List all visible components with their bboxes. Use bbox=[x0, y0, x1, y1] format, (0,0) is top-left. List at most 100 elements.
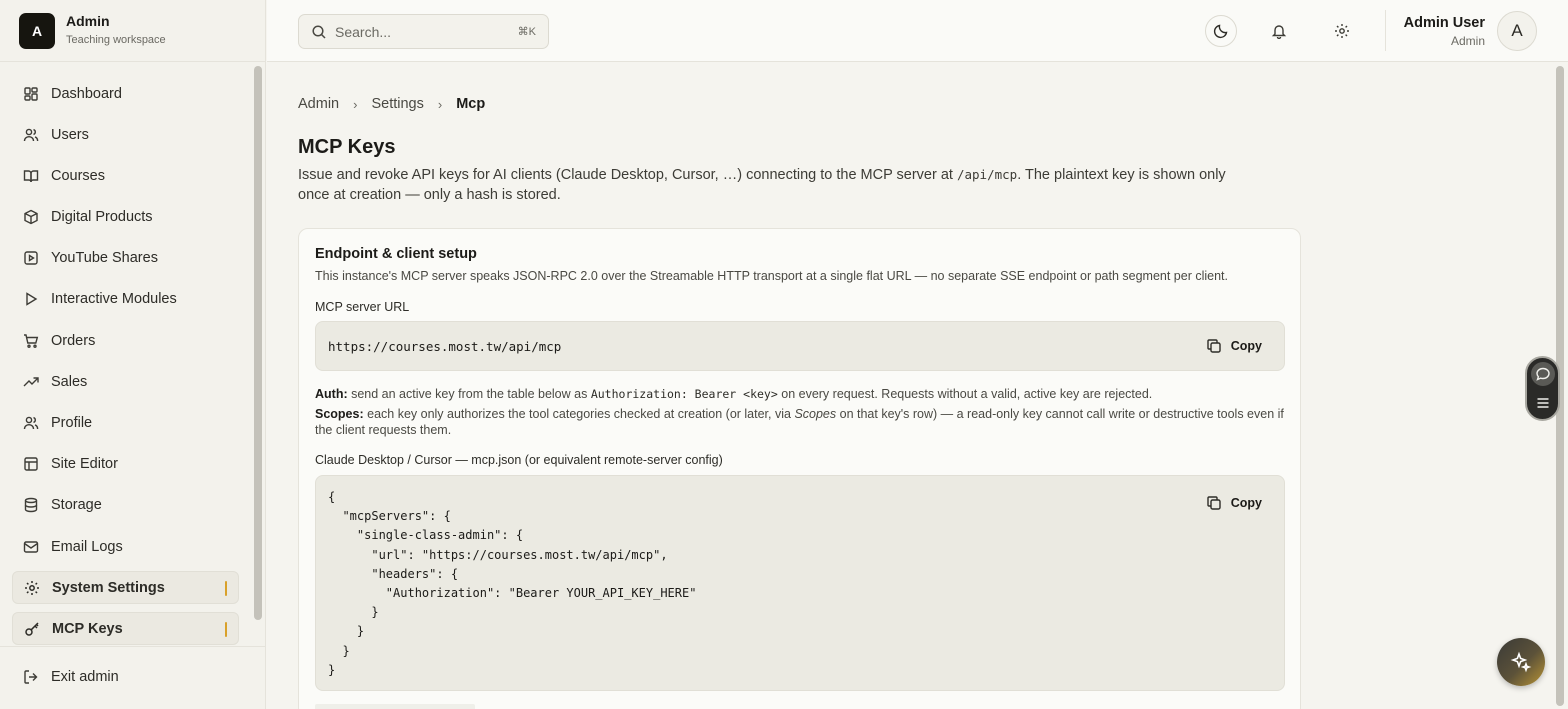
sidebar-item-label: Orders bbox=[51, 332, 96, 349]
sidebar-item-sales[interactable]: Sales bbox=[12, 365, 239, 398]
clipped-text bbox=[315, 704, 475, 709]
breadcrumb-settings[interactable]: Settings bbox=[371, 96, 423, 112]
sidebar-item-label: Storage bbox=[51, 497, 102, 514]
sidebar-item-label: Users bbox=[51, 126, 89, 143]
url-label: MCP server URL bbox=[315, 300, 410, 314]
sidebar-item-storage[interactable]: Storage bbox=[12, 489, 239, 522]
page-title: MCP Keys bbox=[298, 136, 396, 158]
breadcrumb-current: Mcp bbox=[456, 96, 486, 112]
exit-admin-label: Exit admin bbox=[51, 669, 119, 685]
config-label: Claude Desktop / Cursor — mcp.json (or e… bbox=[315, 453, 723, 467]
sidebar-item-digital-products[interactable]: Digital Products bbox=[12, 201, 239, 234]
search-icon bbox=[312, 24, 326, 39]
theme-toggle-button[interactable] bbox=[1205, 15, 1237, 47]
notifications-button[interactable] bbox=[1263, 15, 1295, 47]
scopes-emphasis: Scopes bbox=[794, 407, 837, 421]
sidebar-item-youtube-shares[interactable]: YouTube Shares bbox=[12, 242, 239, 275]
brand-header[interactable]: A Admin Teaching workspace bbox=[0, 0, 265, 62]
package-icon bbox=[23, 209, 39, 225]
copy-config-button[interactable]: Copy bbox=[1206, 495, 1262, 511]
trending-up-icon bbox=[23, 374, 39, 390]
sidebar-item-system-settings[interactable]: System Settings bbox=[12, 571, 239, 605]
copy-url-button[interactable]: Copy bbox=[1206, 338, 1262, 354]
search-shortcut: ⌘K bbox=[517, 26, 536, 38]
sidebar-item-label: MCP Keys bbox=[52, 620, 123, 637]
play-icon bbox=[23, 291, 39, 307]
page-desc-text: Issue and revoke API keys for AI clients… bbox=[298, 167, 957, 183]
menu-button[interactable] bbox=[1531, 391, 1555, 415]
sidebar-scrollbar[interactable] bbox=[254, 66, 262, 620]
brand-subtitle: Teaching workspace bbox=[66, 34, 166, 46]
sidebar-item-users[interactable]: Users bbox=[12, 118, 239, 151]
user-name[interactable]: Admin User bbox=[1404, 15, 1485, 31]
settings-button[interactable] bbox=[1326, 15, 1358, 47]
sidebar-item-label: Site Editor bbox=[51, 456, 118, 473]
main-content: Admin › Settings › Mcp MCP Keys Issue an… bbox=[267, 63, 1555, 709]
mcp-url[interactable]: https://courses.most.tw/api/mcp bbox=[328, 339, 561, 354]
card-title: Endpoint & client setup bbox=[315, 246, 477, 262]
sidebar-item-email-logs[interactable]: Email Logs bbox=[12, 530, 239, 563]
brand-title: Admin bbox=[66, 13, 110, 29]
sidebar-item-label: Interactive Modules bbox=[51, 291, 177, 308]
sidebar-item-label: Sales bbox=[51, 373, 88, 390]
search-input[interactable]: Search... ⌘K bbox=[298, 14, 549, 49]
chat-button[interactable] bbox=[1530, 362, 1555, 387]
page-desc-code: /api/mcp bbox=[956, 167, 1018, 182]
search-placeholder: Search... bbox=[335, 23, 392, 40]
sidebar-item-courses[interactable]: Courses bbox=[12, 159, 239, 192]
sidebar-item-orders[interactable]: Orders bbox=[12, 324, 239, 357]
scopes-note: Scopes: each key only authorizes the too… bbox=[315, 406, 1290, 438]
card-description: This instance's MCP server speaks JSON-R… bbox=[315, 269, 1228, 283]
ai-assistant-button[interactable] bbox=[1497, 638, 1545, 686]
user-icon bbox=[23, 415, 39, 431]
topbar: Search... ⌘K Admin User Admin A bbox=[267, 0, 1568, 62]
sidebar-item-label: Profile bbox=[51, 415, 93, 431]
auth-text-after: on every request. Requests without a val… bbox=[777, 387, 1153, 401]
config-box: { "mcpServers": { "single-class-admin": … bbox=[315, 475, 1285, 691]
cart-icon bbox=[23, 333, 39, 349]
scopes-text: each key only authorizes the tool catego… bbox=[363, 407, 795, 421]
auth-note: Auth: send an active key from the table … bbox=[315, 386, 1290, 402]
copy-label: Copy bbox=[1230, 496, 1262, 510]
sidebar-item-label: YouTube Shares bbox=[51, 250, 158, 267]
key-icon bbox=[24, 621, 40, 637]
exit-admin-button[interactable]: Exit admin bbox=[23, 669, 119, 685]
chat-icon bbox=[1535, 368, 1550, 382]
topbar-divider bbox=[1385, 10, 1386, 51]
brand-logo: A bbox=[19, 12, 55, 49]
endpoint-setup-card: Endpoint & client setup This instance's … bbox=[298, 228, 1301, 709]
layout-icon bbox=[23, 456, 39, 472]
moon-icon bbox=[1213, 24, 1228, 39]
gear-icon bbox=[1335, 24, 1349, 38]
sidebar-item-interactive-modules[interactable]: Interactive Modules bbox=[12, 283, 239, 316]
avatar[interactable]: A bbox=[1497, 11, 1537, 51]
user-role: Admin bbox=[1450, 34, 1485, 48]
dashboard-icon bbox=[23, 86, 39, 102]
breadcrumb-admin[interactable]: Admin bbox=[298, 96, 339, 112]
users-icon bbox=[23, 127, 39, 143]
page-description: Issue and revoke API keys for AI clients… bbox=[298, 165, 1248, 205]
sidebar-item-label: Courses bbox=[51, 167, 105, 184]
database-icon bbox=[23, 497, 39, 513]
sidebar-nav: Dashboard Users Courses Digital Products… bbox=[12, 77, 239, 654]
auth-text: send an active key from the table below … bbox=[347, 387, 591, 401]
copy-icon bbox=[1207, 496, 1221, 510]
url-box: https://courses.most.tw/api/mcp Copy bbox=[315, 321, 1285, 371]
sidebar-item-mcp-keys[interactable]: MCP Keys bbox=[12, 612, 239, 646]
sidebar-item-site-editor[interactable]: Site Editor bbox=[12, 448, 239, 481]
sparkle-icon bbox=[1510, 651, 1532, 673]
floating-tools bbox=[1525, 356, 1560, 421]
sidebar: A Admin Teaching workspace Dashboard Use… bbox=[0, 0, 266, 709]
copy-label: Copy bbox=[1230, 339, 1262, 353]
config-json[interactable]: { "mcpServers": { "single-class-admin": … bbox=[328, 488, 696, 680]
auth-code: Authorization: Bearer <key> bbox=[590, 387, 778, 401]
sidebar-item-dashboard[interactable]: Dashboard bbox=[12, 77, 239, 110]
menu-icon bbox=[1537, 397, 1548, 408]
sidebar-item-profile[interactable]: Profile bbox=[12, 407, 239, 440]
copy-icon bbox=[1207, 339, 1221, 353]
breadcrumb: Admin › Settings › Mcp bbox=[298, 96, 485, 112]
logout-icon bbox=[24, 670, 38, 684]
chevron-right-icon: › bbox=[437, 96, 443, 112]
gear-icon bbox=[24, 580, 40, 596]
bell-icon bbox=[1271, 25, 1287, 39]
